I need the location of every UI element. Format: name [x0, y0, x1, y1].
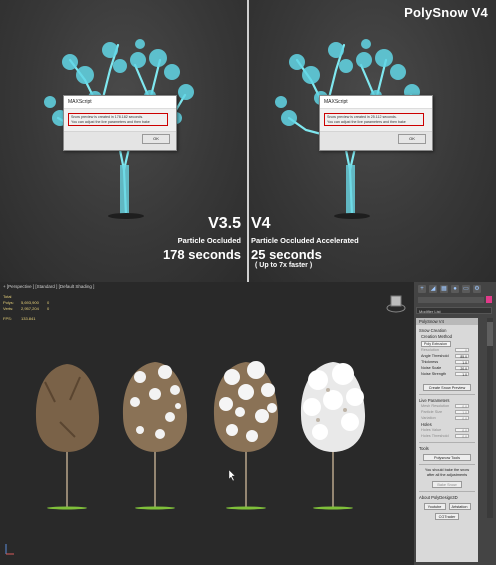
command-panel: + ◢ ▦ ● ▭ ⚙ Modifier List PolySnow V4 Sn… [414, 282, 496, 565]
dialog-title: MAXScript [320, 96, 432, 109]
divider [419, 394, 475, 395]
hierarchy-tab-icon[interactable]: ▦ [440, 285, 448, 293]
display-tab-icon[interactable]: ▭ [462, 285, 470, 293]
tree-heavy-snow [300, 362, 366, 510]
command-panel-tabs: + ◢ ▦ ● ▭ ⚙ [418, 285, 481, 295]
version-label-left: V3.5 [208, 215, 241, 232]
max-workspace: + [Perspective ] [Standard ] [Default Sh… [0, 282, 496, 565]
mouse-cursor-icon [228, 469, 236, 482]
axis-gizmo-icon [5, 544, 14, 555]
polysnow-tools-button[interactable]: Polysnow Tools [423, 454, 471, 461]
method-label-right: Particle Occluded Accelerated [251, 236, 359, 245]
object-color-swatch[interactable] [486, 296, 492, 303]
field-holes-threshold: Holes Threshold 0.0 [421, 434, 469, 439]
section-tools: Tools [419, 446, 429, 451]
dialog-message: Snow preview is created in 25.112 second… [324, 113, 424, 126]
create-snow-preview-button[interactable]: Create Snow Preview [423, 384, 471, 391]
brand-title: PolySnow V4 [404, 5, 488, 20]
about-links: Youtube Artstation [416, 503, 478, 510]
field-noise-strength: Noise Strength 1.0 [421, 372, 469, 377]
modify-tab-icon[interactable]: ◢ [429, 285, 437, 293]
speed-note: ( Up to 7x faster ) [255, 262, 313, 269]
v35-panel: MAXScript Snow preview is created in 178… [0, 0, 247, 282]
dialog-message: Snow preview is created in 178.182 secon… [68, 113, 168, 126]
object-name-field[interactable] [418, 297, 484, 303]
snow-trees-render [5, 361, 366, 555]
divider [419, 442, 475, 443]
creation-method-select[interactable]: Poly Extrusion [421, 341, 451, 347]
divider [419, 464, 475, 465]
motion-tab-icon[interactable]: ● [451, 285, 459, 293]
polysnow-rollout: PolySnow V4 Snow Creation Creation Metho… [416, 318, 478, 562]
maxscript-dialog-left: MAXScript Snow preview is created in 178… [63, 95, 177, 151]
utilities-tab-icon[interactable]: ⚙ [473, 285, 481, 293]
section-about: About PolyDesign3D [419, 495, 458, 500]
ok-button[interactable]: OK [398, 134, 426, 144]
tree-medium-snow [213, 361, 279, 510]
v4-panel: MAXScript Snow preview is created in 25.… [249, 0, 496, 282]
youtube-button[interactable]: Youtube [423, 503, 446, 510]
bake-snow-button[interactable]: Bake Snow [432, 481, 462, 488]
creation-method-label: Creation Method [421, 334, 452, 339]
maxscript-dialog-right: MAXScript Snow preview is created in 25.… [319, 95, 433, 151]
perspective-viewport[interactable]: + [Perspective ] [Standard ] [Default Sh… [0, 282, 414, 565]
time-label-right: 25 seconds [251, 247, 322, 262]
tree-no-snow [35, 364, 100, 510]
artstation-button[interactable]: Artstation [448, 503, 471, 510]
panel-scrollbar[interactable] [487, 318, 493, 518]
method-label-left: Particle Occluded [177, 236, 241, 245]
cgtrader-button[interactable]: CGTrader [435, 513, 459, 520]
rollout-header[interactable]: PolySnow V4 [416, 318, 478, 325]
modifier-list-dropdown[interactable]: Modifier List [416, 307, 492, 314]
field-variation: Variation 0.0 [421, 416, 469, 421]
divider [419, 491, 475, 492]
create-tab-icon[interactable]: + [418, 285, 426, 293]
time-label-left: 178 seconds [162, 247, 241, 262]
comparison-banner: MAXScript Snow preview is created in 178… [0, 0, 496, 282]
bake-note: You should bake the snow after all the a… [424, 468, 470, 477]
version-label-right: V4 [251, 215, 271, 232]
tree-light-snow [122, 362, 188, 510]
dialog-title: MAXScript [64, 96, 176, 109]
ok-button[interactable]: OK [142, 134, 170, 144]
section-snow-creation: Snow Creation [419, 328, 447, 333]
scrollbar-thumb[interactable] [487, 322, 493, 346]
